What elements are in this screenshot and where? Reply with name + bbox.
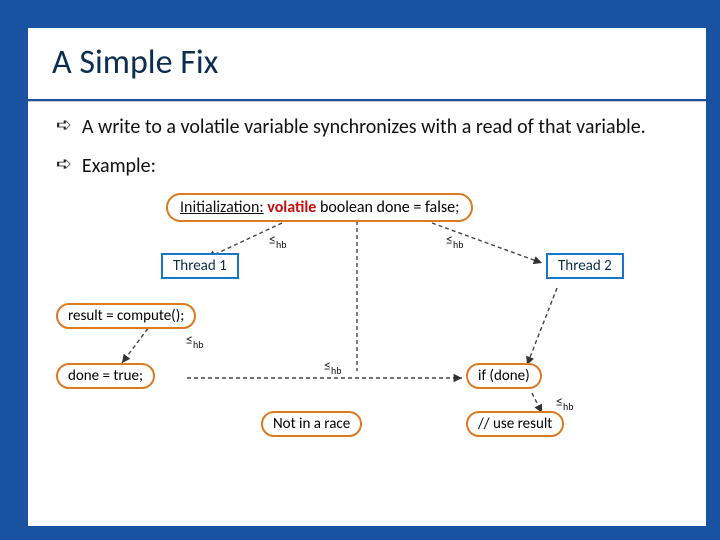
not-in-race-chip: Not in a race	[261, 411, 362, 437]
use-result-chip: // use result	[466, 411, 564, 437]
bullet-item: ➪ Example:	[56, 154, 678, 179]
if-done-chip: if (done)	[466, 363, 542, 389]
hb-label: ≤hb	[269, 231, 287, 251]
slide-body: ➪ A write to a volatile variable synchro…	[28, 105, 706, 453]
init-chip: Initialization: volatile boolean done = …	[166, 193, 473, 222]
bullet-text: A write to a volatile variable synchroni…	[82, 115, 646, 140]
thread-1-badge: Thread 1	[161, 253, 239, 279]
hb-label: ≤hb	[556, 393, 574, 413]
thread-2-badge: Thread 2	[546, 253, 624, 279]
hb-label: ≤hb	[186, 331, 204, 351]
compute-chip: result = compute();	[56, 303, 196, 329]
bullet-item: ➪ A write to a volatile variable synchro…	[56, 115, 678, 140]
hb-label: ≤hb	[324, 357, 342, 377]
init-rest: boolean done = false;	[320, 198, 459, 217]
divider	[28, 99, 706, 101]
hb-label: ≤hb	[446, 231, 464, 251]
done-true-chip: done = true;	[56, 363, 155, 389]
diagram: Initialization: volatile boolean done = …	[56, 193, 678, 453]
slide-title: A Simple Fix	[28, 28, 706, 99]
init-label: Initialization:	[180, 198, 264, 217]
bullet-text: Example:	[82, 154, 156, 179]
volatile-keyword: volatile	[267, 198, 316, 217]
slide: A Simple Fix ➪ A write to a volatile var…	[0, 0, 720, 540]
arrow-icon: ➪	[56, 154, 72, 177]
arrow-icon: ➪	[56, 115, 72, 138]
